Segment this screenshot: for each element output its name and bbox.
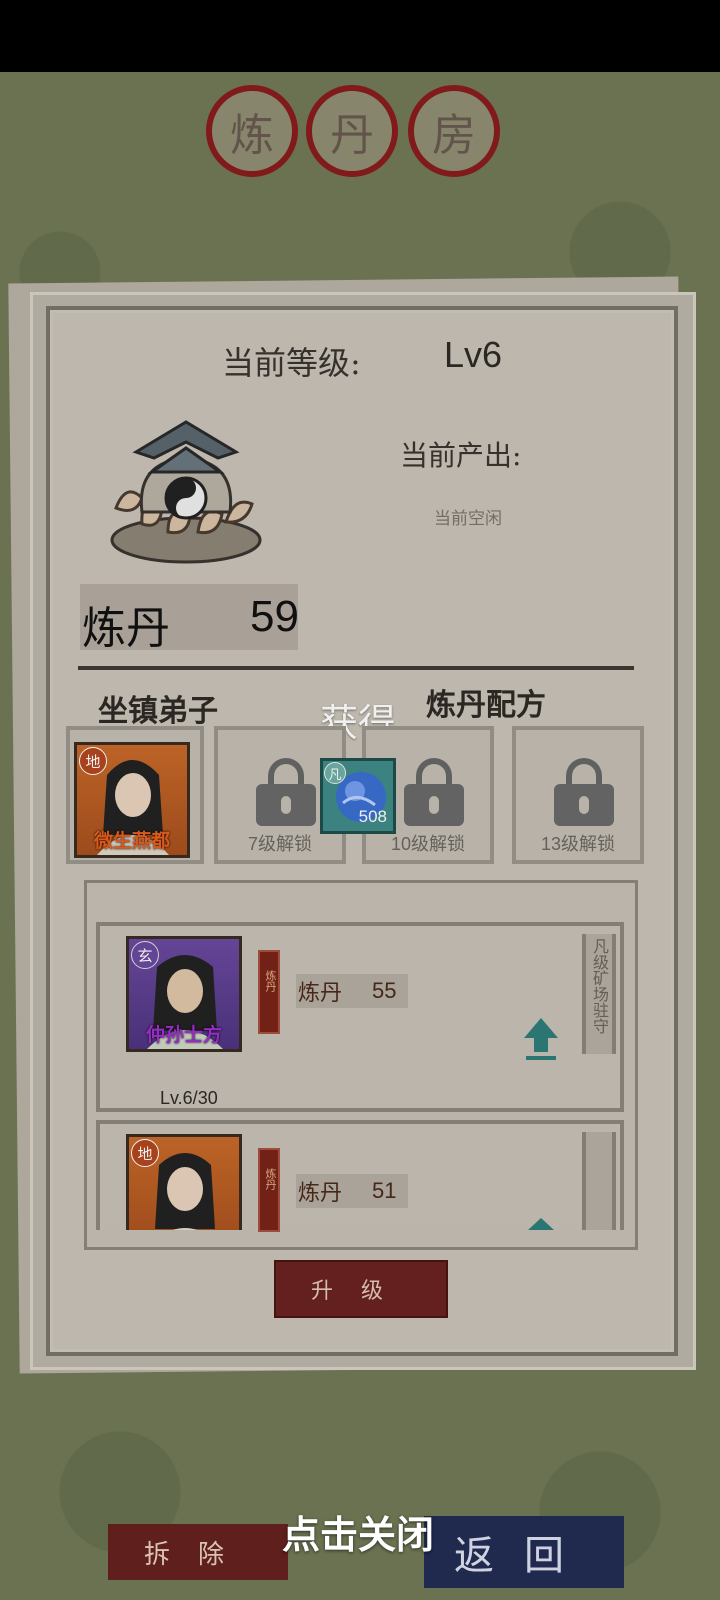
modal-dim: [0, 72, 720, 1600]
close-hint[interactable]: 点击关闭: [282, 1504, 434, 1559]
status-bar: [0, 0, 720, 72]
back-button[interactable]: 返回: [424, 1516, 624, 1588]
demolish-button[interactable]: 拆除: [108, 1524, 288, 1580]
